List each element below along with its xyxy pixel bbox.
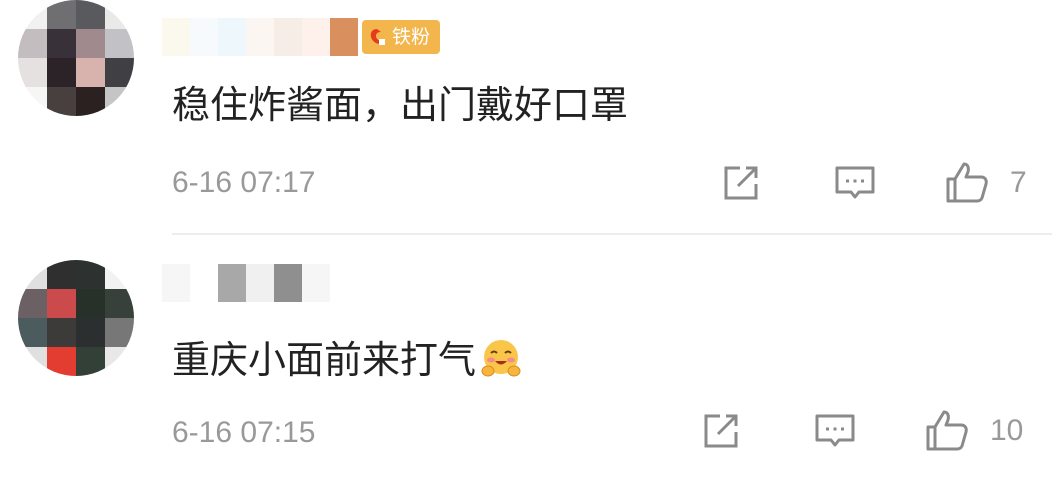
avatar-pixel	[76, 318, 105, 347]
avatar-pixel	[76, 0, 105, 29]
share-icon[interactable]	[698, 408, 744, 454]
username-pixel	[218, 264, 246, 302]
share-icon[interactable]	[718, 160, 764, 206]
like-icon[interactable]	[944, 160, 990, 206]
like-count: 10	[990, 414, 1024, 447]
comment-text-content: 重庆小面前来打气	[172, 338, 477, 382]
avatar-pixel	[18, 260, 47, 289]
avatar-pixel	[105, 0, 134, 29]
username-pixel	[190, 18, 218, 56]
avatar-pixel	[47, 318, 76, 347]
username-pixel	[246, 18, 274, 56]
avatar-pixel	[76, 260, 105, 289]
blush-hug-emoji	[481, 340, 521, 377]
comment-icon[interactable]	[812, 408, 858, 454]
avatar-pixel	[47, 58, 76, 87]
avatar-pixel	[76, 87, 105, 116]
username-pixel	[330, 18, 358, 56]
username-pixel	[162, 18, 190, 56]
avatar-pixel	[76, 58, 105, 87]
comment-item: 重庆小面前来打气 6-16 07:15 10	[0, 236, 1052, 478]
comment-text: 重庆小面前来打气	[172, 335, 522, 385]
comment-actions: 7	[0, 160, 1052, 206]
username-pixel	[190, 264, 218, 302]
username-blurred[interactable]	[162, 264, 330, 302]
like-icon[interactable]	[924, 408, 970, 454]
avatar-pixel	[105, 289, 134, 318]
avatar[interactable]	[18, 260, 134, 376]
badge-label: 铁粉	[392, 26, 431, 48]
avatar-pixel	[47, 260, 76, 289]
comment-text: 稳住炸酱面，出门戴好口罩	[172, 83, 629, 127]
avatar-pixel	[18, 318, 47, 347]
avatar-pixel	[47, 87, 76, 116]
comment-item: 铁粉 稳住炸酱面，出门戴好口罩 6-16 07:17 7	[0, 0, 1052, 236]
avatar-pixel	[47, 29, 76, 58]
iron-fan-badge: 铁粉	[362, 20, 441, 54]
fan-badge-icon	[370, 29, 385, 45]
avatar[interactable]	[18, 0, 134, 116]
avatar-pixel	[105, 87, 134, 116]
like-count: 7	[1010, 166, 1027, 199]
username-pixel	[218, 18, 246, 56]
avatar-pixel	[76, 289, 105, 318]
username-pixel	[274, 18, 302, 56]
avatar-pixel	[18, 29, 47, 58]
avatar-pixel	[76, 29, 105, 58]
avatar-pixel	[76, 347, 105, 376]
avatar-pixel	[105, 29, 134, 58]
comment-actions: 10	[0, 408, 1052, 454]
avatar-pixel	[105, 58, 134, 87]
avatar-pixel	[18, 0, 47, 29]
avatar-pixel	[105, 260, 134, 289]
username-pixel	[302, 18, 330, 56]
avatar-pixel	[47, 347, 76, 376]
divider	[172, 233, 1052, 235]
avatar-pixel	[18, 289, 47, 318]
comment-icon[interactable]	[832, 160, 878, 206]
avatar-pixel	[105, 318, 134, 347]
username-pixel	[246, 264, 274, 302]
avatar-pixel	[105, 347, 134, 376]
username-blurred[interactable]	[162, 18, 358, 56]
avatar-pixel	[18, 347, 47, 376]
username-pixel	[274, 264, 302, 302]
username-pixel	[302, 264, 330, 302]
avatar-pixel	[47, 289, 76, 318]
avatar-pixel	[47, 0, 76, 29]
avatar-pixel	[18, 58, 47, 87]
username-pixel	[162, 264, 190, 302]
avatar-pixel	[18, 87, 47, 116]
